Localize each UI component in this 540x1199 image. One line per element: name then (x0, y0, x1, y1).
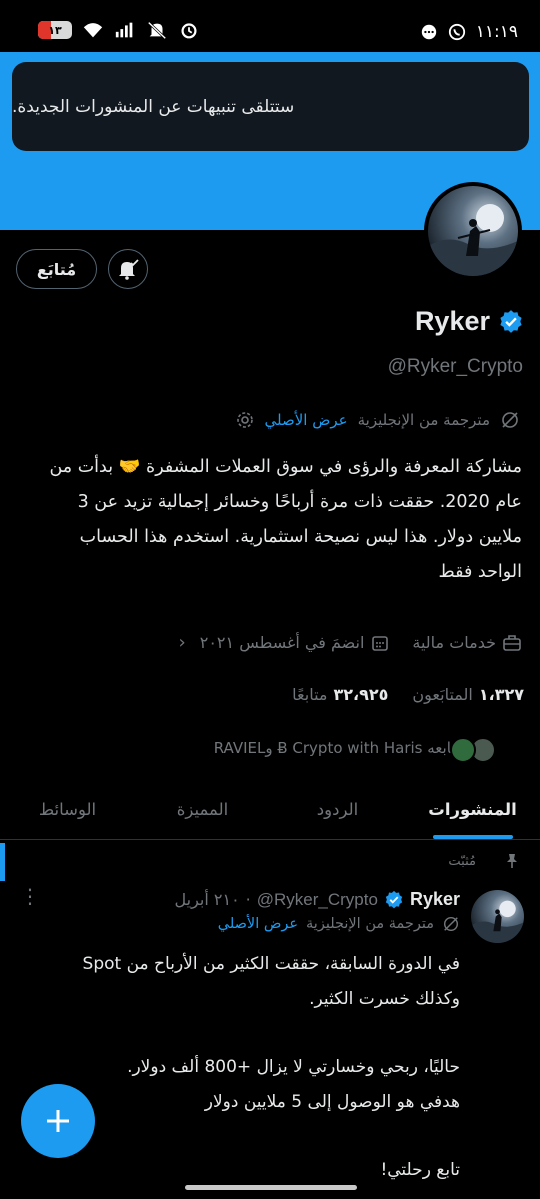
show-original-link[interactable]: عرض الأصلي (265, 411, 348, 429)
tab-media[interactable]: الوسائط (0, 788, 135, 839)
bio-line: مشاركة المعرفة والرؤى في سوق العملات الم… (49, 457, 522, 477)
avatar (450, 737, 476, 763)
tweet-line: وكذلك خسرت الكثير. (309, 989, 460, 1009)
tab-highlights[interactable]: المميزة (135, 788, 270, 839)
notification-toast: ستتلقى تنبيهات عن المنشورات الجديدة. (12, 62, 529, 151)
bio-line: ملايين دولار. هذا ليس نصيحة استثمارية. ا… (79, 527, 522, 547)
tweet-author-handle: @Ryker_Crypto (256, 889, 378, 909)
tweet-avatar[interactable] (471, 890, 524, 943)
profile-name: Ryker (414, 306, 490, 336)
tab-replies[interactable]: الردود (270, 788, 405, 839)
category-text: خدمات مالية (412, 633, 496, 652)
following-label[interactable]: المتابَعون (412, 685, 472, 704)
following-button-label: مُتابَع (36, 259, 77, 279)
joined-text: انضمَ في أغسطس ٢٠٢١ (199, 633, 365, 652)
tweet-header: Ryker @Ryker_Crypto · ٢١٠ أبريل (175, 889, 461, 910)
chat-bubble-icon (421, 24, 436, 40)
tweet-line: في الدورة السابقة، حققت الكثير من الأربا… (82, 954, 460, 974)
verified-badge-icon (385, 890, 403, 908)
tweet-separator: · (245, 890, 251, 909)
status-icons-right: ١١:١٩ (420, 22, 518, 42)
battery-icon: ١٣ (38, 21, 72, 39)
bio-line: عام 2020. حققت ذات مرة أرباحًا وخسائر إج… (77, 492, 522, 512)
chevron-left-icon: ‹ (178, 632, 186, 653)
toast-text: ستتلقى تنبيهات عن المنشورات الجديدة. (12, 96, 295, 117)
translate-icon (502, 412, 518, 428)
tweet-author-name[interactable]: Ryker (410, 889, 460, 910)
tweet-translation-row: مترجمة من الإنجليزية عرض الأصلي (218, 915, 460, 933)
profile-handle: @Ryker_Crypto (387, 356, 523, 377)
translated-label: مترجمة من الإنجليزية (306, 916, 434, 932)
status-bar: ١٣ ١١:١٩ (0, 0, 540, 52)
unread-indicator (0, 843, 5, 881)
bell-check-icon (119, 259, 139, 280)
tweet-line: حاليًا، ربحي وخسارتي لا يزال +800 ألف دو… (127, 1057, 460, 1077)
notifications-bell-button[interactable] (108, 249, 148, 289)
tweet-text: في الدورة السابقة، حققت الكثير من الأربا… (20, 947, 460, 1188)
profile-meta-row: خدمات مالية انضمَ في أغسطس ٢٠٢١ ‹ (165, 632, 522, 653)
bio-line: الواحد فقط (438, 562, 523, 582)
tweet-date: ٢١٠ أبريل (174, 890, 240, 909)
status-icons-left: ١٣ (38, 20, 200, 40)
pinned-row: مُثبّت (448, 853, 520, 869)
followed-by-row[interactable]: يُتابعه Ƀ Crypto with Haris وRAVIEL (214, 739, 460, 757)
avatar-image (428, 186, 518, 276)
pinned-label: مُثبّت (448, 853, 476, 869)
following-count[interactable]: ١،٣٢٧ (479, 685, 524, 704)
profile-tabs: المنشورات الردود المميزة الوسائط (0, 788, 540, 840)
clock-time: ١١:١٩ (475, 22, 518, 42)
alarm-icon (181, 23, 197, 39)
home-indicator[interactable] (185, 1185, 357, 1190)
avatar-image (471, 890, 524, 943)
tweet-line: تابع رحلتي! (380, 1160, 460, 1180)
show-original-link[interactable]: عرض الأصلي (218, 916, 298, 932)
joined-item[interactable]: انضمَ في أغسطس ٢٠٢١ ‹ (179, 632, 391, 653)
tab-posts[interactable]: المنشورات (405, 788, 540, 839)
more-options-icon[interactable]: ⋮ (20, 886, 40, 906)
bio-translation-row: مترجمة من الإنجليزية عرض الأصلي (235, 410, 520, 430)
followed-by-avatars (446, 737, 496, 767)
mute-icon (147, 21, 167, 40)
follow-stats: ١،٣٢٧ المتابَعون ٣٢،٩٢٥ متابعًا (292, 685, 524, 704)
gear-icon[interactable] (235, 410, 255, 430)
calendar-icon (372, 635, 389, 651)
whatsapp-icon (448, 23, 465, 41)
followed-by-text: يُتابعه Ƀ Crypto with Haris وRAVIEL (213, 739, 460, 757)
profile-bio: مشاركة المعرفة والرؤى في سوق العملات الم… (16, 450, 522, 590)
translate-icon (443, 916, 459, 932)
followers-count[interactable]: ٣٢،٩٢٥ (333, 685, 388, 704)
category-item: خدمات مالية (412, 633, 522, 653)
following-button[interactable]: مُتابَع (16, 249, 97, 289)
plus-icon (47, 1110, 69, 1132)
profile-name-row: Ryker (415, 306, 524, 337)
translated-label: مترجمة من الإنجليزية (357, 411, 490, 429)
wifi-icon (83, 23, 103, 38)
verified-badge-icon[interactable] (498, 309, 524, 335)
profile-avatar[interactable] (424, 182, 522, 280)
signal-icon (115, 22, 133, 38)
briefcase-icon (503, 634, 521, 651)
pin-icon (507, 854, 517, 868)
compose-post-button[interactable] (21, 1084, 95, 1158)
followers-label[interactable]: متابعًا (292, 685, 327, 704)
